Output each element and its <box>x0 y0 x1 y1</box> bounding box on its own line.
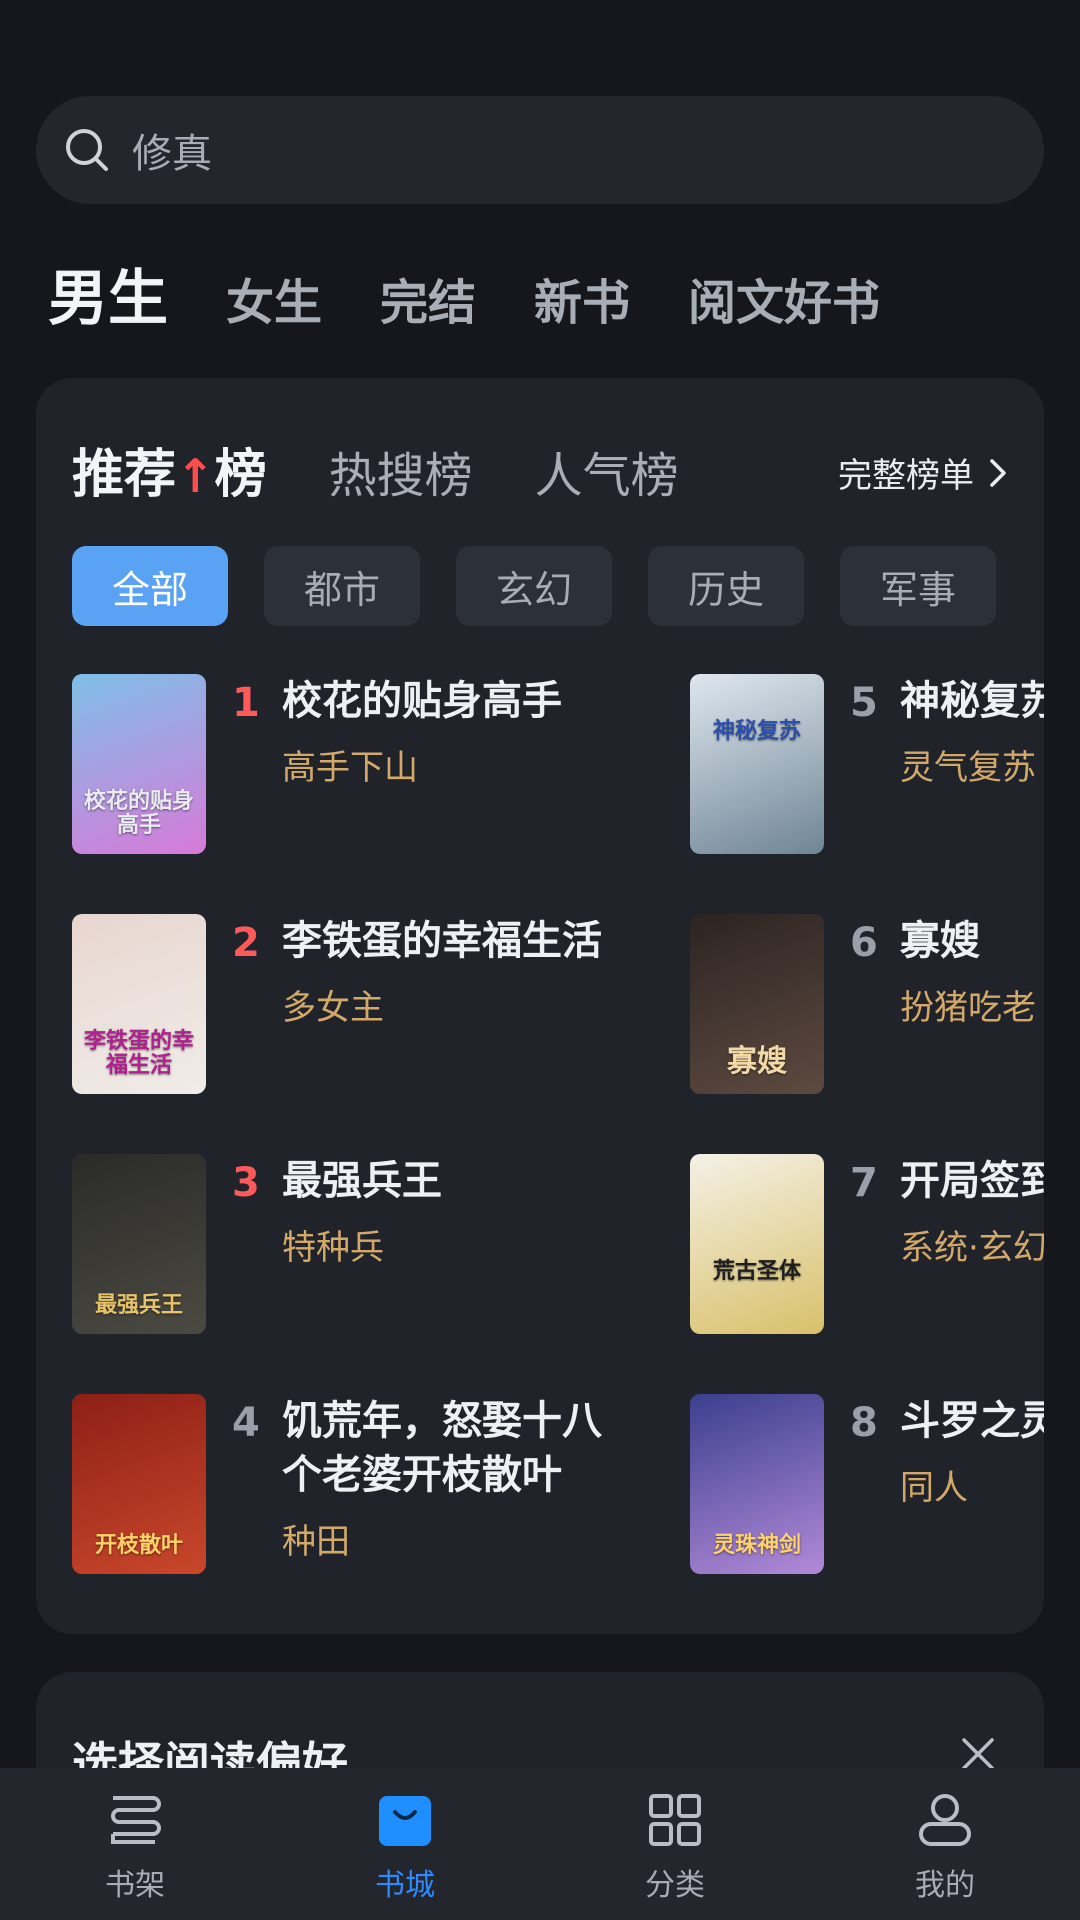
book-info: 饥荒年，怒娶十八个老婆开枝散叶 种田 <box>282 1394 622 1594</box>
search-query: 修真 <box>132 131 212 177</box>
book-tag: 同人 <box>900 1468 968 1508</box>
book-info: 神秘复苏 灵气复苏 <box>900 674 1044 874</box>
nav-label: 我的 <box>915 1868 975 1903</box>
bookshelf-icon <box>111 1796 161 1844</box>
book-cover: 开枝散叶 <box>72 1394 206 1574</box>
book-item[interactable]: 寡嫂 6 寡嫂 扮猪吃老 <box>690 914 1044 1114</box>
cover-title: 寡嫂 <box>727 1044 787 1079</box>
genre-chips: 全部 都市 玄幻 历史 军事 <box>72 546 1032 626</box>
book-info: 李铁蛋的幸福生活 多女主 <box>282 914 602 1114</box>
book-title: 神秘复苏 <box>900 678 1044 724</box>
chip-urban[interactable]: 都市 <box>264 546 420 626</box>
book-tag: 种田 <box>282 1522 350 1562</box>
chip-fantasy[interactable]: 玄幻 <box>456 546 612 626</box>
book-tag: 系统·玄幻 <box>900 1228 1044 1268</box>
nav-label: 书架 <box>105 1868 165 1903</box>
book-item[interactable]: 开枝散叶 4 饥荒年，怒娶十八个老婆开枝散叶 种田 <box>72 1394 672 1594</box>
tab-yuewen-good-books[interactable]: 阅文好书 <box>688 263 880 333</box>
tab-hot-search-rank[interactable]: 热搜榜 <box>329 436 473 506</box>
cover-title: 校花的贴身高手 <box>83 788 194 838</box>
book-tag: 灵气复苏 <box>900 748 1036 788</box>
cover-title: 灵珠神剑 <box>712 1532 801 1558</box>
book-cover: 校花的贴身高手 <box>72 674 206 854</box>
tab-popularity-rank[interactable]: 人气榜 <box>535 436 679 506</box>
nav-bookstore[interactable]: 书城 <box>270 1768 540 1920</box>
book-cover: 荒古圣体 <box>690 1154 824 1334</box>
book-tag: 高手下山 <box>282 748 418 788</box>
book-item[interactable]: 荒古圣体 7 开局签到 系统·玄幻 <box>690 1154 1044 1354</box>
search-bar[interactable]: 修真 <box>36 96 1044 204</box>
chip-history[interactable]: 历史 <box>648 546 804 626</box>
book-info: 寡嫂 扮猪吃老 <box>900 914 1036 1114</box>
book-title: 寡嫂 <box>900 918 980 964</box>
rank-number: 5 <box>850 680 878 726</box>
search-icon <box>66 129 108 171</box>
bookstore-bag-icon <box>379 1796 431 1846</box>
bottom-navigation: 书架 书城 分类 我的 <box>0 1768 1080 1920</box>
cover-title: 神秘复苏 <box>712 718 801 744</box>
tab-male[interactable]: 男生 <box>48 250 168 337</box>
tab-finished[interactable]: 完结 <box>380 263 476 333</box>
book-item[interactable]: 灵珠神剑 8 斗罗之灵 同人 <box>690 1394 1044 1594</box>
book-cover: 寡嫂 <box>690 914 824 1094</box>
nav-category[interactable]: 分类 <box>540 1768 810 1920</box>
rank-number: 6 <box>850 920 878 966</box>
close-icon[interactable] <box>960 1736 996 1772</box>
book-item[interactable]: 最强兵王 3 最强兵王 特种兵 <box>72 1154 672 1354</box>
grid-icon <box>649 1794 701 1846</box>
rank-number: 1 <box>232 680 260 726</box>
rank-number: 7 <box>850 1160 878 1206</box>
book-item[interactable]: 校花的贴身高手 1 校花的贴身高手 高手下山 <box>72 674 672 874</box>
book-cover: 最强兵王 <box>72 1154 206 1334</box>
cover-title: 李铁蛋的幸福生活 <box>83 1028 194 1078</box>
rank-up-arrow-icon: ↑ <box>176 449 215 503</box>
rank-number: 4 <box>232 1400 260 1446</box>
book-cover: 李铁蛋的幸福生活 <box>72 914 206 1094</box>
book-title: 李铁蛋的幸福生活 <box>282 918 602 964</box>
top-category-tabs: 男生 女生 完结 新书 阅文好书 <box>48 250 938 337</box>
ranking-tabs: 推荐↑榜 热搜榜 人气榜 <box>72 432 741 507</box>
chip-military[interactable]: 军事 <box>840 546 996 626</box>
cover-title: 最强兵王 <box>94 1292 183 1318</box>
rank-number: 3 <box>232 1160 260 1206</box>
book-item[interactable]: 神秘复苏 5 神秘复苏 灵气复苏 <box>690 674 1044 874</box>
cover-title: 开枝散叶 <box>94 1532 183 1558</box>
chip-all[interactable]: 全部 <box>72 546 228 626</box>
book-cover: 灵珠神剑 <box>690 1394 824 1574</box>
book-tag: 扮猪吃老 <box>900 988 1036 1028</box>
full-list-label: 完整榜单 <box>838 456 974 496</box>
chevron-right-icon <box>990 458 1006 487</box>
book-title: 斗罗之灵 <box>900 1398 1044 1444</box>
book-title: 最强兵王 <box>282 1158 442 1204</box>
tab-recommend-rank[interactable]: 推荐↑榜 <box>72 432 267 507</box>
profile-icon <box>919 1794 971 1846</box>
book-cover: 神秘复苏 <box>690 674 824 854</box>
nav-label: 分类 <box>645 1868 705 1903</box>
book-info: 开局签到 系统·玄幻 <box>900 1154 1044 1354</box>
cover-title: 荒古圣体 <box>712 1258 801 1284</box>
book-title: 开局签到 <box>900 1158 1044 1204</box>
tab-female[interactable]: 女生 <box>226 263 322 333</box>
full-list-link[interactable]: 完整榜单 <box>838 448 1008 497</box>
rank-number: 2 <box>232 920 260 966</box>
ranking-card: 推荐↑榜 热搜榜 人气榜 完整榜单 全部 都市 玄幻 历史 军事 校花的贴身高手… <box>36 378 1044 1634</box>
nav-label: 书城 <box>375 1868 435 1903</box>
nav-bookshelf[interactable]: 书架 <box>0 1768 270 1920</box>
nav-profile[interactable]: 我的 <box>810 1768 1080 1920</box>
book-info: 斗罗之灵 同人 <box>900 1394 1044 1594</box>
book-info: 最强兵王 特种兵 <box>282 1154 442 1354</box>
book-info: 校花的贴身高手 高手下山 <box>282 674 562 874</box>
book-title: 校花的贴身高手 <box>282 678 562 724</box>
book-tag: 特种兵 <box>282 1228 384 1268</box>
book-title: 饥荒年，怒娶十八个老婆开枝散叶 <box>282 1398 602 1498</box>
tab-new-books[interactable]: 新书 <box>534 263 630 333</box>
book-tag: 多女主 <box>282 988 384 1028</box>
book-item[interactable]: 李铁蛋的幸福生活 2 李铁蛋的幸福生活 多女主 <box>72 914 672 1114</box>
tab-recommend-rank-label: 推荐↑榜 <box>72 445 267 505</box>
rank-number: 8 <box>850 1400 878 1446</box>
